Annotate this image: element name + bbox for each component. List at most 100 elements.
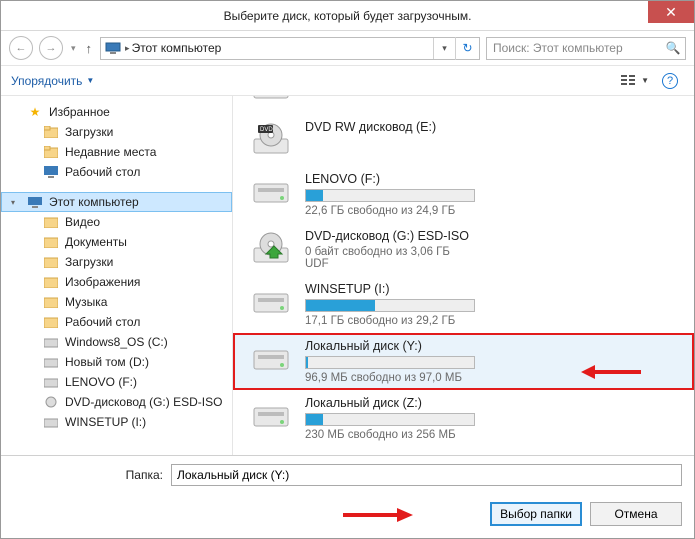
arrow-left-icon: ← <box>16 42 27 54</box>
back-button[interactable]: ← <box>9 36 33 60</box>
expand-icon[interactable]: ▾ <box>11 198 15 207</box>
search-placeholder: Поиск: Этот компьютер <box>487 41 661 55</box>
tree-item-downloads[interactable]: Загрузки <box>1 122 232 142</box>
view-options-button[interactable]: ▼ <box>614 71 656 91</box>
cancel-button[interactable]: Отмена <box>590 502 682 526</box>
folder-icon <box>43 254 59 270</box>
folder-icon <box>43 234 59 250</box>
hdd-icon <box>251 172 291 212</box>
select-folder-button[interactable]: Выбор папки <box>490 502 582 526</box>
drive-name: LENOVO (F:) <box>305 172 674 186</box>
address-bar[interactable]: ▸ Этот компьютер ▾ ↻ <box>100 37 480 60</box>
folder-icon <box>43 314 59 330</box>
tree-item-downloads2[interactable]: Загрузки <box>1 252 232 272</box>
drive-item[interactable]: WINSETUP (I:) 17,1 ГБ свободно из 29,2 Г… <box>233 276 694 333</box>
folder-label: Папка: <box>13 468 163 482</box>
title-bar: Выберите диск, который будет загрузочным… <box>1 1 694 31</box>
breadcrumb[interactable]: Этот компьютер <box>130 41 433 55</box>
nav-tree: ★ Избранное Загрузки Недавние места Рабо… <box>1 96 233 455</box>
refresh-button[interactable]: ↻ <box>455 37 479 60</box>
tree-item-documents[interactable]: Документы <box>1 232 232 252</box>
tree-item-drive-f[interactable]: LENOVO (F:) <box>1 372 232 392</box>
tree-item-drive-g[interactable]: DVD-дисковод (G:) ESD-ISO <box>1 392 232 412</box>
tree-label: LENOVO (F:) <box>65 375 137 389</box>
tree-item-drive-i[interactable]: WINSETUP (I:) <box>1 412 232 432</box>
tree-item-videos[interactable]: Видео <box>1 212 232 232</box>
tree-item-drive-d[interactable]: Новый том (D:) <box>1 352 232 372</box>
button-row: Выбор папки Отмена <box>13 502 682 526</box>
capacity-bar <box>305 189 475 202</box>
tree-label: Загрузки <box>65 255 113 269</box>
button-label: Отмена <box>614 507 657 521</box>
tree-thispc[interactable]: ▾ Этот компьютер <box>1 192 232 212</box>
tree-label: WINSETUP (I:) <box>65 415 146 429</box>
drive-item[interactable]: DVD DVD RW дисковод (E:) <box>233 114 694 166</box>
hdd-icon <box>251 339 291 379</box>
view-icon <box>621 74 637 88</box>
capacity-bar <box>305 299 475 312</box>
drive-free: 230 МБ свободно из 256 МБ <box>305 429 674 441</box>
refresh-icon: ↻ <box>462 41 472 55</box>
history-dropdown[interactable]: ▾ <box>69 43 78 54</box>
tree-item-desktop[interactable]: Рабочий стол <box>1 162 232 182</box>
search-box[interactable]: Поиск: Этот компьютер 🔍 <box>486 37 686 60</box>
computer-icon <box>27 194 43 210</box>
address-dropdown[interactable]: ▾ <box>433 38 455 59</box>
tree-favorites[interactable]: ★ Избранное <box>1 102 232 122</box>
annotation-arrow-icon <box>581 363 641 386</box>
drive-item[interactable]: Локальный диск (Z:) 230 МБ свободно из 2… <box>233 390 694 447</box>
folder-row: Папка: <box>13 464 682 486</box>
dvd-iso-icon <box>251 229 291 269</box>
drive-item[interactable]: LENOVO (F:) 22,6 ГБ свободно из 24,9 ГБ <box>233 166 694 223</box>
search-icon: 🔍 <box>661 41 685 55</box>
folder-input[interactable] <box>171 464 682 486</box>
folder-icon <box>43 274 59 290</box>
forward-button[interactable]: → <box>39 36 63 60</box>
bottom-panel: Папка: Выбор папки Отмена <box>1 456 694 526</box>
nav-row: ← → ▾ ↑ ▸ Этот компьютер ▾ ↻ Поиск: Этот… <box>1 31 694 66</box>
desktop-icon <box>43 164 59 180</box>
folder-icon <box>43 214 59 230</box>
dialog-window: Выберите диск, который будет загрузочным… <box>0 0 695 539</box>
tree-item-recent[interactable]: Недавние места <box>1 142 232 162</box>
tree-label: DVD-дисковод (G:) ESD-ISO <box>65 395 222 409</box>
drive-item[interactable]: 426 ГБ свободно из 439 ГБ <box>233 96 694 114</box>
chevron-down-icon: ▼ <box>86 76 94 85</box>
capacity-bar <box>305 413 475 426</box>
tree-item-drive-c[interactable]: Windows8_OS (C:) <box>1 332 232 352</box>
organize-menu[interactable]: Упорядочить ▼ <box>11 74 94 88</box>
chevron-down-icon: ▼ <box>641 76 649 85</box>
computer-icon <box>105 40 121 56</box>
hdd-icon <box>251 282 291 322</box>
close-icon: ✕ <box>665 4 677 21</box>
close-button[interactable]: ✕ <box>648 1 694 23</box>
drive-name: DVD-дисковод (G:) ESD-ISO <box>305 229 674 243</box>
up-button[interactable]: ↑ <box>84 41 95 56</box>
hdd-icon <box>43 414 59 430</box>
capacity-bar <box>305 356 475 369</box>
tree-label: Музыка <box>65 295 107 309</box>
tree-label: Этот компьютер <box>49 195 139 209</box>
drive-item[interactable]: DVD-дисковод (G:) ESD-ISO 0 байт свободн… <box>233 223 694 276</box>
tree-item-pictures[interactable]: Изображения <box>1 272 232 292</box>
drive-free: 17,1 ГБ свободно из 29,2 ГБ <box>305 315 674 327</box>
tree-item-music[interactable]: Музыка <box>1 292 232 312</box>
drive-fs: UDF <box>305 258 674 270</box>
drive-name: Локальный диск (Y:) <box>305 339 674 353</box>
tree-item-desktop2[interactable]: Рабочий стол <box>1 312 232 332</box>
hdd-icon <box>251 396 291 436</box>
tree-label: Изображения <box>65 275 140 289</box>
tree-label: Загрузки <box>65 125 113 139</box>
tree-label: Видео <box>65 215 100 229</box>
tree-label: Избранное <box>49 105 110 119</box>
main-area: ★ Избранное Загрузки Недавние места Рабо… <box>1 96 694 456</box>
arrow-right-icon: → <box>46 42 57 54</box>
tree-label: Рабочий стол <box>65 315 140 329</box>
help-icon: ? <box>662 73 678 89</box>
annotation-arrow-icon <box>343 506 413 529</box>
window-title: Выберите диск, который будет загрузочным… <box>1 9 694 23</box>
dvd-drive-icon: DVD <box>251 120 291 160</box>
help-button[interactable]: ? <box>656 72 684 89</box>
drive-list: 426 ГБ свободно из 439 ГБ DVD DVD RW дис… <box>233 96 694 455</box>
tree-label: Windows8_OS (C:) <box>65 335 168 349</box>
